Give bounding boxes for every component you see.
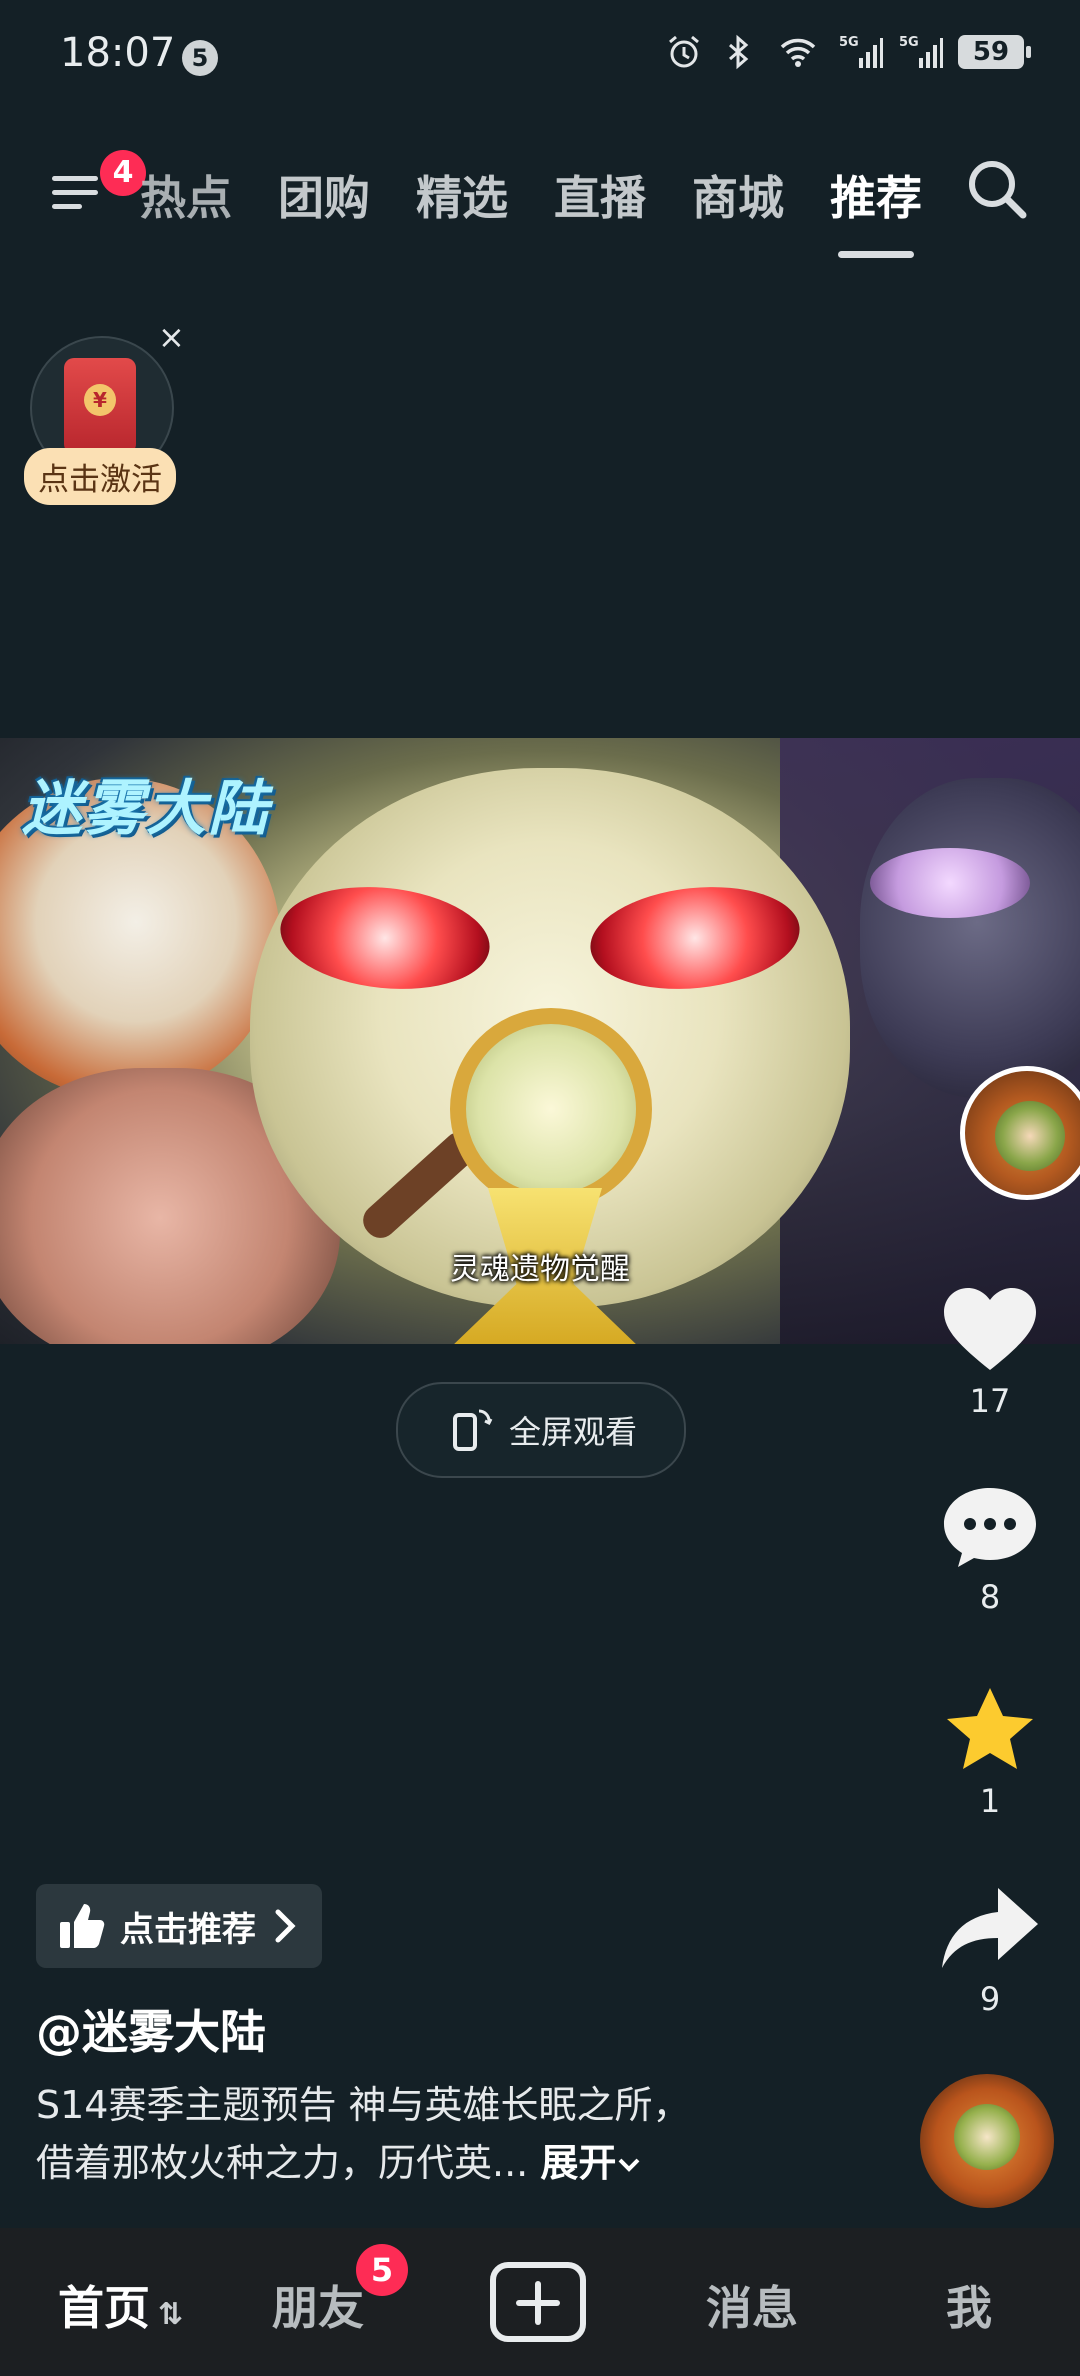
- signal-5g-icon: 5G: [899, 35, 943, 68]
- bluetooth-icon: [729, 34, 749, 70]
- share-icon: [942, 1888, 1038, 1968]
- tab-featured[interactable]: 精选: [416, 162, 508, 228]
- red-packet-close-icon[interactable]: ×: [158, 318, 185, 356]
- share-count: 9: [979, 1980, 1001, 2018]
- chevron-right-icon: [275, 1909, 296, 1943]
- share-button[interactable]: 9: [930, 1884, 1050, 2018]
- tab-live[interactable]: 直播: [554, 162, 646, 228]
- menu-button[interactable]: 4: [48, 150, 146, 222]
- wifi-icon: [780, 38, 816, 67]
- fullscreen-button[interactable]: 全屏观看: [396, 1382, 686, 1478]
- tab-messages[interactable]: 消息: [706, 2272, 798, 2338]
- tab-me[interactable]: 我: [946, 2272, 992, 2338]
- tab-mall[interactable]: 商城: [692, 162, 784, 228]
- battery-indicator: 59: [958, 35, 1031, 69]
- friends-badge: 5: [356, 2244, 408, 2296]
- star-icon: [947, 1688, 1033, 1769]
- comment-icon: [944, 1488, 1036, 1567]
- favorite-count: 1: [979, 1782, 1001, 1820]
- magnifying-glass-image: [450, 1008, 652, 1210]
- author-name[interactable]: @迷雾大陆: [36, 1996, 266, 2062]
- description-line-1: S14赛季主题预告 神与英雄长眠之所，: [36, 2083, 691, 2127]
- video-player[interactable]: 迷雾大陆 灵魂遗物觉醒: [0, 738, 1080, 1344]
- post-description: S14赛季主题预告 神与英雄长眠之所， 借着那枚火种之力，历代英... 展开: [36, 2076, 796, 2192]
- svg-text:5G: 5G: [839, 35, 859, 50]
- heart-icon: [944, 1288, 1036, 1370]
- yuan-coin-icon: ¥: [84, 384, 116, 416]
- tab-friends[interactable]: 朋友 5: [272, 2244, 408, 2338]
- red-packet-icon: ¥: [64, 358, 136, 454]
- top-tabs: 热点 团购 精选 直播 商城 推荐: [140, 162, 968, 258]
- music-disc[interactable]: [920, 2074, 1054, 2208]
- search-icon[interactable]: [962, 154, 1032, 224]
- svg-text:5G: 5G: [899, 35, 919, 50]
- red-packet-activate-label[interactable]: 点击激活: [24, 448, 176, 505]
- alarm-icon: [669, 35, 699, 68]
- game-logo: 迷雾大陆: [22, 774, 270, 844]
- signal-5g-icon: 5G: [839, 35, 883, 68]
- rotate-screen-icon: [452, 1409, 493, 1451]
- fullscreen-label: 全屏观看: [508, 1413, 637, 1451]
- chevron-down-icon: [618, 2158, 640, 2172]
- notification-count-badge: 5: [182, 40, 218, 76]
- recommend-button[interactable]: 点击推荐: [36, 1884, 322, 1968]
- top-nav: 4 热点 团购 精选 直播 商城 推荐: [0, 140, 1080, 258]
- status-icons: 5G 5G 59: [664, 32, 1031, 72]
- like-button[interactable]: 17: [930, 1286, 1050, 1420]
- description-line-2: 借着那枚火种之力，历代英...: [36, 2141, 529, 2185]
- expand-button[interactable]: 展开: [540, 2141, 642, 2185]
- thumbs-up-icon: [60, 1904, 105, 1948]
- bottom-tab-bar: 首页 ⇅ 朋友 5 消息 我: [0, 2228, 1080, 2376]
- video-character-right: [860, 778, 1080, 1098]
- status-bar: 18:07 5 5G 5G 59: [0, 0, 1080, 110]
- tab-recommend[interactable]: 推荐: [830, 162, 922, 258]
- tab-hot[interactable]: 热点: [140, 162, 232, 228]
- comment-button[interactable]: 8: [930, 1482, 1050, 1616]
- tab-home[interactable]: 首页 ⇅: [58, 2272, 183, 2338]
- favorite-button[interactable]: 1: [930, 1686, 1050, 1820]
- video-subtitle: 灵魂遗物觉醒: [450, 1252, 630, 1287]
- tab-group-buy[interactable]: 团购: [278, 162, 370, 228]
- comment-count: 8: [979, 1578, 1001, 1616]
- menu-icon: [52, 176, 98, 181]
- switch-icon: ⇅: [158, 2297, 184, 2332]
- status-time: 18:07: [60, 30, 176, 76]
- create-post-button[interactable]: [490, 2262, 586, 2342]
- like-count: 17: [969, 1382, 1011, 1420]
- recommend-label: 点击推荐: [120, 1909, 256, 1950]
